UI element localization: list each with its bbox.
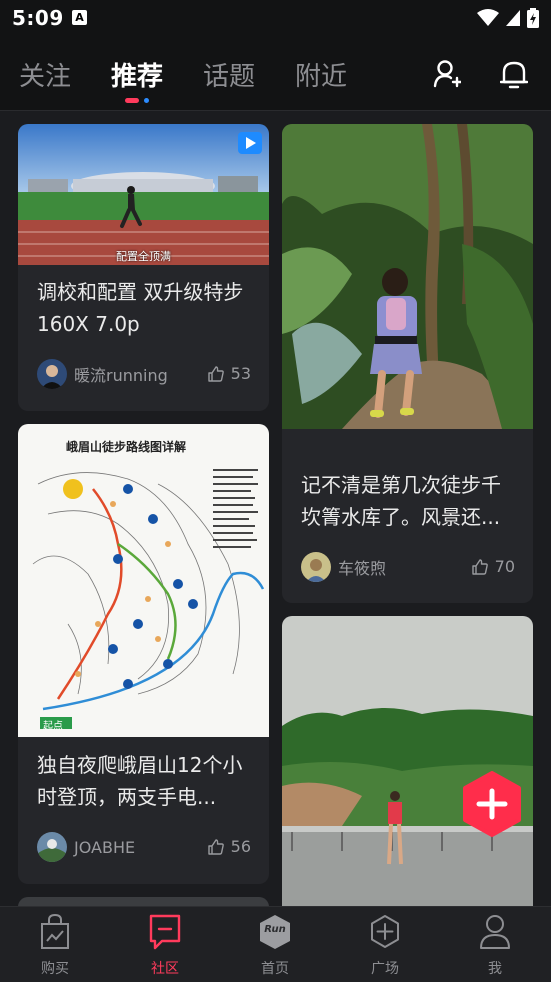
author-avatar[interactable] <box>37 832 67 862</box>
bottom-navigation: 购买 社区 Run 首页 广场 我 <box>0 906 551 982</box>
run-logo-text: Run <box>264 924 286 935</box>
author-avatar[interactable] <box>301 552 331 582</box>
tab-recommended[interactable]: 推荐 <box>111 56 163 93</box>
like-count[interactable]: 56 <box>207 837 251 856</box>
nav-label: 社区 <box>151 961 179 977</box>
nav-label: 广场 <box>371 961 399 977</box>
author-avatar[interactable] <box>37 359 67 389</box>
post-author[interactable]: 车筱煦 <box>301 552 386 582</box>
like-number: 70 <box>494 557 515 576</box>
status-bar: 5:09 A <box>0 0 551 36</box>
post-image-map[interactable]: 峨眉山徒步路线图详解 起点 <box>18 424 269 737</box>
post-author[interactable]: JOABHE <box>37 832 135 862</box>
tab-following[interactable]: 关注 <box>19 56 71 93</box>
post-title[interactable]: 调校和配置 双升级特步160X 7.0p <box>37 276 253 340</box>
image-caption: 配置全顶满 <box>116 250 171 263</box>
post-card-2[interactable]: 峨眉山徒步路线图详解 起点 独自夜爬峨眉山12个小时登顶，两支手电... JOA… <box>18 424 269 884</box>
thumbs-up-icon[interactable] <box>207 365 225 383</box>
plus-circle-icon[interactable] <box>368 913 402 951</box>
like-count[interactable]: 53 <box>207 364 251 383</box>
post-author[interactable]: 暖流running <box>37 359 168 389</box>
post-title[interactable]: 记不清是第几次徒步千坎箐水库了。风景还... <box>301 469 517 533</box>
thumbs-up-icon[interactable] <box>207 838 225 856</box>
tab-nearby[interactable]: 附近 <box>295 56 347 93</box>
post-title[interactable]: 独自夜爬峨眉山12个小时登顶，两支手电... <box>37 749 253 813</box>
add-friend-icon[interactable] <box>433 58 461 90</box>
author-name[interactable]: JOABHE <box>74 838 135 857</box>
map-start-label: 起点 <box>43 721 63 732</box>
nav-shop[interactable]: 购买 <box>0 907 110 982</box>
active-tab-indicator <box>125 98 149 103</box>
thumbs-up-icon[interactable] <box>471 558 489 576</box>
person-icon[interactable] <box>478 913 512 951</box>
like-number: 53 <box>230 364 251 383</box>
post-image-trail[interactable] <box>282 124 533 429</box>
post-image-roadside[interactable] <box>282 616 533 906</box>
nav-plaza[interactable]: 广场 <box>330 907 440 982</box>
notification-bell-icon[interactable] <box>500 58 528 90</box>
message-square-icon[interactable] <box>148 913 182 951</box>
nav-me[interactable]: 我 <box>440 907 550 982</box>
bag-icon[interactable] <box>38 913 72 951</box>
like-count[interactable]: 70 <box>471 557 515 576</box>
post-card-5[interactable] <box>282 616 533 906</box>
post-image-stadium[interactable]: 配置全顶满 <box>18 124 269 265</box>
nav-label: 首页 <box>261 961 289 977</box>
post-card-1[interactable]: 配置全顶满 调校和配置 双升级特步160X 7.0p 暖流running 53 <box>18 124 269 411</box>
post-card-4[interactable] <box>18 897 269 906</box>
signal-icon <box>506 10 520 26</box>
status-time: 5:09 <box>12 6 64 30</box>
nav-label: 我 <box>488 961 502 977</box>
nav-community[interactable]: 社区 <box>110 907 220 982</box>
like-number: 56 <box>230 837 251 856</box>
post-card-3[interactable]: 记不清是第几次徒步千坎箐水库了。风景还... 车筱煦 70 <box>282 124 533 603</box>
author-name[interactable]: 暖流running <box>74 362 168 386</box>
nav-home[interactable]: Run 首页 <box>220 907 330 982</box>
nav-label: 购买 <box>41 961 69 977</box>
status-icons <box>477 7 539 29</box>
notification-a-icon: A <box>72 10 87 25</box>
tab-topics[interactable]: 话题 <box>203 56 255 93</box>
create-post-button[interactable] <box>459 771 525 837</box>
post-image-partial[interactable] <box>18 897 269 906</box>
battery-icon <box>527 8 539 28</box>
top-navigation: 关注 推荐 话题 附近 <box>0 36 551 111</box>
author-name[interactable]: 车筱煦 <box>338 555 386 579</box>
wifi-icon <box>477 9 499 26</box>
